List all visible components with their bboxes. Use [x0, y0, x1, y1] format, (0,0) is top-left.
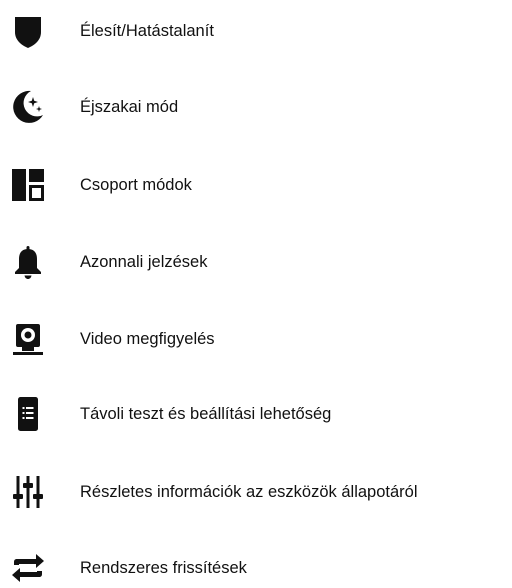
feature-item-regular-updates: Rendszeres frissítések: [0, 548, 512, 588]
feature-label: Video megfigyelés: [80, 330, 215, 348]
shield-icon: [10, 13, 46, 49]
feature-item-remote-test: Távoli teszt és beállítási lehetőség: [0, 394, 512, 434]
camera-icon: [10, 321, 46, 357]
night-mode-icon: [10, 89, 46, 125]
feature-label: Rendszeres frissítések: [80, 559, 247, 577]
feature-item-video-monitoring: Video megfigyelés: [0, 319, 512, 359]
sliders-icon: [10, 474, 46, 510]
feature-item-instant-alerts: Azonnali jelzések: [0, 242, 512, 282]
feature-list: Élesít/Hatástalanít Éjszakai mód Csoport…: [0, 0, 512, 585]
feature-item-group-modes: Csoport módok: [0, 165, 512, 205]
group-modes-icon: [10, 167, 46, 203]
feature-item-night-mode: Éjszakai mód: [0, 87, 512, 127]
feature-label: Csoport módok: [80, 176, 192, 194]
feature-label: Távoli teszt és beállítási lehetőség: [80, 405, 332, 423]
feature-item-device-status: Részletes információk az eszközök állapo…: [0, 472, 512, 512]
feature-label: Azonnali jelzések: [80, 253, 208, 271]
feature-label: Éjszakai mód: [80, 98, 179, 116]
feature-label: Részletes információk az eszközök állapo…: [80, 483, 418, 501]
refresh-icon: [10, 550, 46, 586]
remote-device-icon: [10, 396, 46, 432]
feature-label: Élesít/Hatástalanít: [80, 22, 214, 40]
bell-icon: [10, 244, 46, 280]
feature-item-arm-disarm: Élesít/Hatástalanít: [0, 11, 512, 51]
